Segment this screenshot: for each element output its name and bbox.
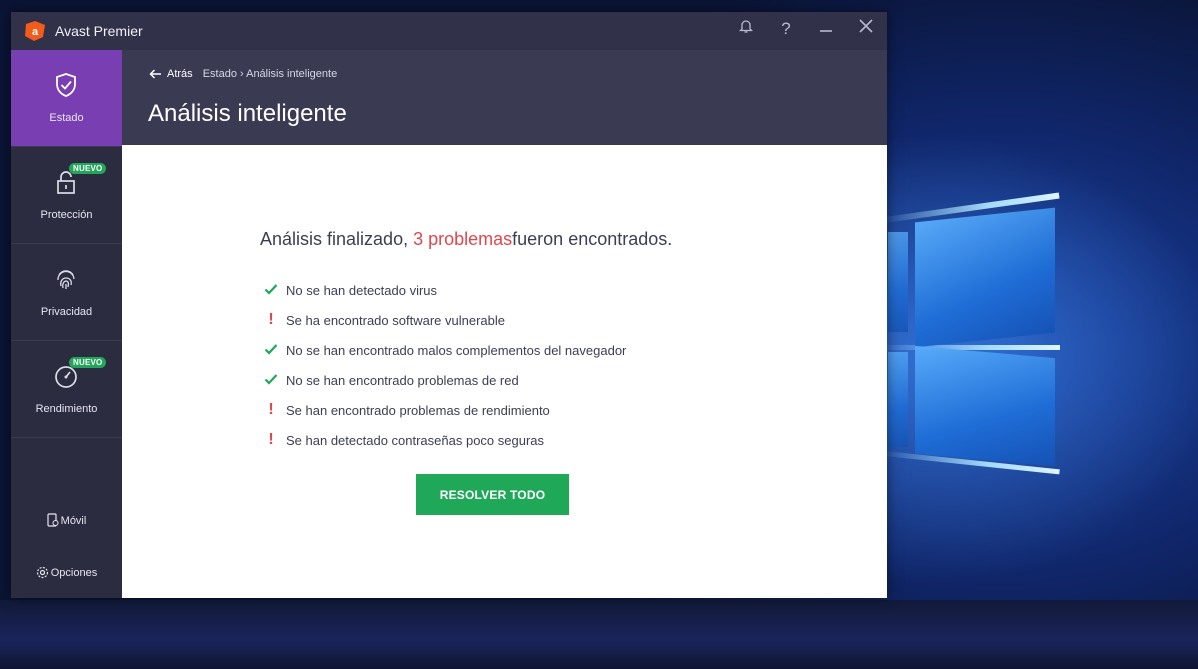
- exclamation-icon: !: [268, 311, 274, 328]
- fingerprint-icon: [57, 270, 75, 289]
- checkmark-icon: [264, 283, 278, 297]
- minimize-icon[interactable]: [815, 18, 837, 39]
- sidebar-link-movil[interactable]: Móvil: [11, 513, 122, 527]
- list-item: ! Se ha encontrado software vulnerable: [264, 305, 626, 335]
- resolve-all-button[interactable]: RESOLVER TODO: [416, 474, 569, 515]
- page-title: Análisis inteligente: [148, 100, 347, 127]
- result-prefix: Análisis finalizado,: [260, 229, 414, 249]
- close-icon[interactable]: [855, 18, 877, 39]
- sidebar-item-label: Rendimiento: [35, 403, 98, 415]
- list-item: No se han detectado virus: [264, 275, 626, 305]
- list-item: No se han encontrado problemas de red: [264, 365, 626, 395]
- new-badge: NUEVO: [69, 163, 107, 174]
- sidebar-item-estado[interactable]: Estado: [11, 50, 122, 147]
- checkmark-icon: [264, 343, 278, 357]
- list-item: ! Se han detectado contraseñas poco segu…: [264, 425, 626, 455]
- check-text: Se ha encontrado software vulnerable: [286, 312, 505, 328]
- check-text: No se han encontrado malos complementos …: [286, 342, 627, 358]
- list-item: ! Se han encontrado problemas de rendimi…: [264, 395, 626, 425]
- avast-window: a Avast Premier ? Estado NUEVO Protecció…: [11, 12, 887, 598]
- mobile-label: Móvil: [60, 515, 87, 527]
- sidebar-item-privacidad[interactable]: Privacidad: [11, 244, 122, 341]
- sidebar-item-label: Privacidad: [40, 306, 93, 318]
- check-text: Se han detectado contraseñas poco segura…: [286, 432, 545, 448]
- arrow-left-icon: [149, 69, 161, 79]
- back-label: Atrás: [167, 68, 193, 80]
- check-text: Se han encontrado problemas de rendimien…: [286, 402, 550, 418]
- shield-check-icon: [56, 73, 76, 97]
- exclamation-icon: !: [268, 431, 274, 448]
- sidebar-item-label: Protección: [40, 209, 93, 221]
- check-text: No se han detectado virus: [286, 282, 438, 298]
- options-label: Opciones: [50, 567, 98, 579]
- sidebar-item-proteccion[interactable]: NUEVO Protección: [11, 147, 122, 244]
- bell-icon[interactable]: [735, 18, 757, 39]
- breadcrumb-path[interactable]: Estado › Análisis inteligente: [203, 68, 338, 80]
- breadcrumb: Atrás Estado › Análisis inteligente: [149, 68, 337, 80]
- app-title: Avast Premier: [55, 23, 143, 39]
- gear-icon: [36, 566, 48, 579]
- exclamation-icon: !: [268, 401, 274, 418]
- check-text: No se han encontrado problemas de red: [286, 372, 519, 388]
- list-item: No se han encontrado malos complementos …: [264, 335, 626, 365]
- result-suffix: fueron encontrados.: [512, 229, 673, 249]
- sidebar: Estado NUEVO Protección Privacidad NUEVO…: [11, 50, 122, 598]
- avast-logo-icon: a: [25, 21, 45, 41]
- scan-results-panel: Análisis finalizado, 3 problemasfueron e…: [122, 145, 887, 598]
- new-badge: NUEVO: [69, 357, 107, 368]
- back-button[interactable]: Atrás: [149, 68, 193, 80]
- checkmark-icon: [264, 373, 278, 387]
- sidebar-link-opciones[interactable]: Opciones: [11, 566, 122, 579]
- title-bar: a Avast Premier ?: [11, 12, 887, 51]
- result-summary: Análisis finalizado, 3 problemasfueron e…: [260, 229, 672, 250]
- svg-text:a: a: [32, 26, 39, 38]
- mobile-icon: [47, 513, 59, 527]
- check-list: No se han detectado virus ! Se ha encont…: [264, 275, 626, 455]
- page-header: Atrás Estado › Análisis inteligente Anál…: [122, 50, 887, 145]
- help-icon[interactable]: ?: [775, 19, 797, 39]
- sidebar-item-rendimiento[interactable]: NUEVO Rendimiento: [11, 341, 122, 438]
- sidebar-item-label: Estado: [49, 112, 84, 124]
- problems-count: 3 problemas: [413, 229, 513, 249]
